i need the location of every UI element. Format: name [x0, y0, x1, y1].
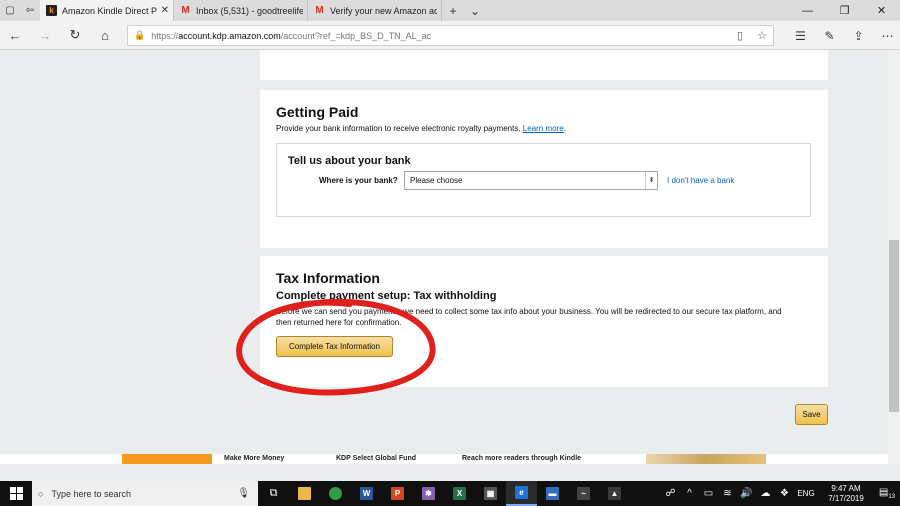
learn-more-link[interactable]: Learn more: [523, 124, 564, 133]
taskbar-search-placeholder: Type here to search: [51, 488, 131, 499]
getting-paid-description: Provide your bank information to receive…: [276, 124, 566, 133]
learn-more-suffix: .: [563, 124, 566, 133]
scrollbar-thumb[interactable]: [889, 240, 899, 412]
tab-title: Inbox (5,531) - goodtreelife: [196, 5, 303, 16]
bank-location-label: Where is your bank?: [319, 176, 398, 185]
system-tray: ☍ ^ ▭ ≋ 🔊 ☁ ❖ ENG 9:47 AM 7/17/2019 ▤13: [661, 481, 900, 506]
battery-icon[interactable]: ▭: [699, 488, 718, 499]
gmail-icon: M: [315, 5, 324, 16]
previous-section-card: [260, 50, 828, 80]
tab-gmail-inbox[interactable]: M Inbox (5,531) - goodtreelife: [174, 0, 308, 21]
share-icon[interactable]: ⇪: [844, 29, 873, 43]
task-view-icon[interactable]: ⧉: [258, 481, 289, 506]
close-tab-icon[interactable]: ✕: [161, 5, 169, 16]
paint-icon[interactable]: ✱: [413, 481, 444, 506]
windows-start-button[interactable]: [0, 487, 32, 500]
red-annotation-circle: [236, 298, 436, 396]
url-prefix: https://: [151, 30, 179, 41]
bank-info-box: Tell us about your bank Where is your ba…: [276, 143, 811, 217]
browser-tab-strip: ▢ ⇦ k Amazon Kindle Direct P ✕ M Inbox (…: [0, 0, 900, 21]
tax-info-title: Tax Information: [276, 270, 380, 286]
photos-icon[interactable]: ▲: [599, 481, 630, 506]
calculator-icon[interactable]: ▦: [475, 481, 506, 506]
tab-back-icon[interactable]: ⇦: [20, 0, 40, 21]
powerpoint-icon[interactable]: P: [382, 481, 413, 506]
word-icon[interactable]: W: [351, 481, 382, 506]
promo-footer: Make More Money KDP Select Global Fund R…: [0, 454, 888, 464]
notification-count: 13: [888, 494, 896, 500]
promo-image: [646, 454, 766, 464]
lock-icon: 🔒: [134, 30, 146, 40]
gmail-icon: M: [181, 5, 190, 16]
minimize-icon[interactable]: —: [789, 0, 826, 21]
excel-icon[interactable]: X: [444, 481, 475, 506]
no-bank-link[interactable]: I don't have a bank: [667, 176, 734, 185]
volume-icon[interactable]: 🔊: [737, 488, 756, 499]
kindle-icon: k: [46, 5, 57, 16]
promo-item[interactable]: Make More Money: [224, 455, 284, 462]
more-icon[interactable]: ⋯: [873, 29, 900, 43]
favorite-star-icon[interactable]: ☆: [751, 29, 773, 42]
close-window-icon[interactable]: ✕: [863, 0, 900, 21]
bank-location-select[interactable]: Please choose ⬍: [404, 171, 658, 190]
promo-item[interactable]: KDP Select Global Fund: [336, 455, 416, 462]
chrome-icon[interactable]: [320, 481, 351, 506]
bank-section-title: Tell us about your bank: [288, 155, 411, 167]
bird-app-icon[interactable]: ~: [568, 481, 599, 506]
language-indicator[interactable]: ENG: [794, 489, 818, 498]
show-hidden-icons-chevron[interactable]: ^: [680, 488, 699, 499]
tab-verify-amazon[interactable]: M Verify your new Amazon ac: [308, 0, 442, 21]
select-arrows-icon: ⬍: [645, 172, 657, 189]
action-center-icon[interactable]: ▤13: [874, 487, 900, 500]
wifi-icon[interactable]: ≋: [718, 488, 737, 499]
dropbox-icon[interactable]: ❖: [775, 488, 794, 499]
refresh-icon[interactable]: ↻: [60, 27, 90, 43]
tab-list-chevron-icon[interactable]: ⌄: [464, 0, 486, 21]
taskbar-clock[interactable]: 9:47 AM 7/17/2019: [818, 484, 874, 504]
page-viewport: Getting Paid Provide your bank informati…: [0, 50, 888, 464]
windows-taskbar: ○ Type here to search 🎙 ⧉ W P ✱ X ▦ e ▬ …: [0, 481, 900, 506]
browser-navbar: ← → ↻ ⌂ 🔒 https://account.kdp.amazon.com…: [0, 21, 900, 50]
getting-paid-section: Getting Paid Provide your bank informati…: [260, 90, 828, 248]
tab-actions-icon[interactable]: ▢: [0, 0, 20, 21]
forward-icon[interactable]: →: [30, 28, 60, 43]
tab-title: Amazon Kindle Direct P: [62, 5, 157, 16]
reading-view-icon[interactable]: ▯: [729, 29, 751, 42]
favorites-hub-icon[interactable]: ☰: [786, 29, 815, 43]
address-bar[interactable]: 🔒 https://account.kdp.amazon.com/account…: [127, 25, 774, 46]
tab-amazon-kdp[interactable]: k Amazon Kindle Direct P ✕: [40, 0, 174, 21]
new-tab-button[interactable]: +: [442, 0, 464, 21]
save-button[interactable]: Save: [795, 404, 828, 425]
clock-date: 7/17/2019: [828, 493, 864, 503]
restore-icon[interactable]: ❐: [826, 0, 863, 21]
file-explorer-icon[interactable]: [289, 481, 320, 506]
back-icon[interactable]: ←: [0, 28, 30, 43]
tab-title: Verify your new Amazon ac: [330, 5, 437, 16]
windows-logo-icon: [9, 487, 23, 500]
onedrive-cloud-icon[interactable]: ☁: [756, 488, 775, 499]
pen-icon[interactable]: ✎: [815, 29, 844, 43]
search-icon: ○: [38, 488, 44, 499]
getting-paid-description-text: Provide your bank information to receive…: [276, 124, 521, 133]
remote-desktop-icon[interactable]: ▬: [537, 481, 568, 506]
promo-banner: Make More Money KDP Select Global Fund R…: [122, 454, 766, 464]
window-controls: — ❐ ✕: [789, 0, 900, 21]
url-path: /account?ref_=kdp_BS_D_TN_AL_ac: [280, 30, 432, 41]
microphone-icon[interactable]: 🎙: [237, 488, 250, 499]
page-scrollbar[interactable]: [888, 50, 900, 464]
url-domain: account.kdp.amazon.com: [178, 30, 281, 41]
promo-orange-block: [122, 454, 212, 464]
people-icon[interactable]: ☍: [661, 488, 680, 499]
edge-icon[interactable]: e: [506, 481, 537, 506]
clock-time: 9:47 AM: [831, 483, 861, 493]
getting-paid-title: Getting Paid: [276, 104, 359, 120]
bank-location-value: Please choose: [410, 176, 463, 185]
promo-item[interactable]: Reach more readers through Kindle: [462, 455, 581, 462]
promo-text-area: Make More Money KDP Select Global Fund R…: [212, 454, 646, 464]
home-icon[interactable]: ⌂: [90, 28, 120, 43]
taskbar-search-box[interactable]: ○ Type here to search 🎙: [32, 481, 258, 506]
